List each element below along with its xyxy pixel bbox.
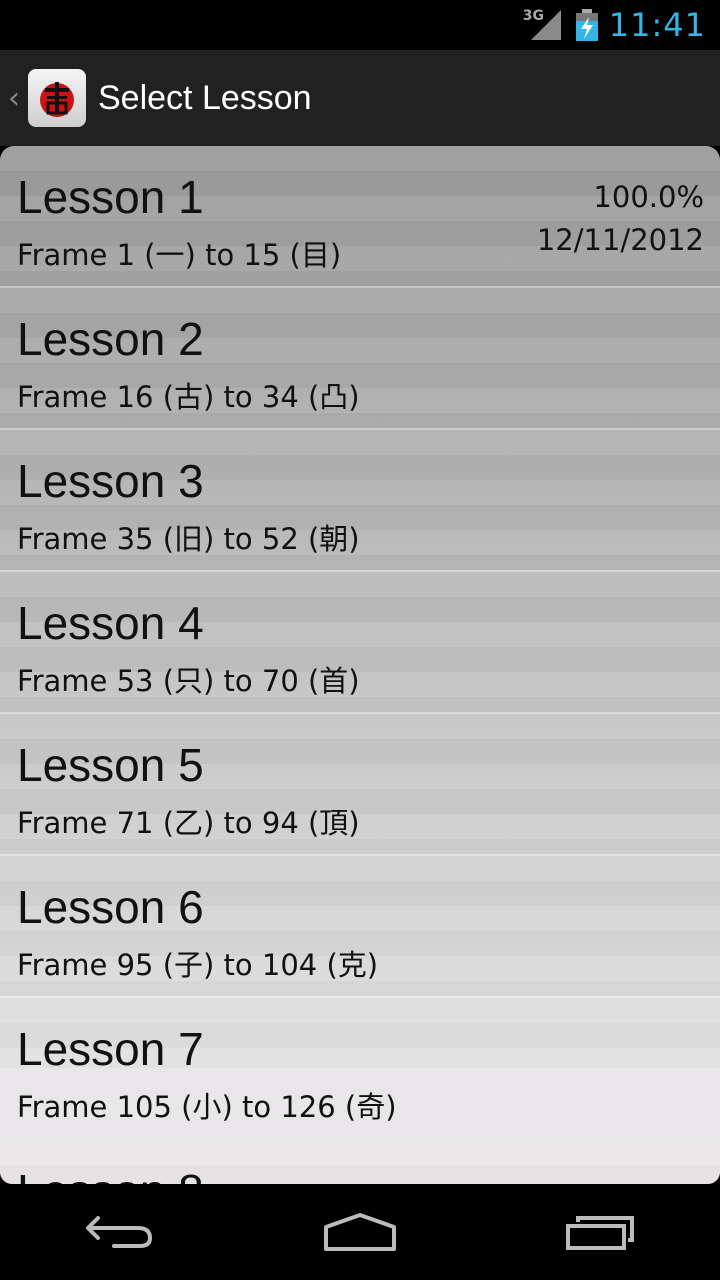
app-logo-icon[interactable] bbox=[28, 69, 86, 127]
lesson-progress-info: 100.0% 12/11/2012 bbox=[537, 176, 704, 262]
lesson-frame-range: Frame 16 (古) to 34 (凸) bbox=[17, 380, 360, 414]
lesson-frame-range: Frame 35 (旧) to 52 (朝) bbox=[17, 522, 360, 556]
lesson-item-1[interactable]: Lesson 1 Frame 1 (一) to 15 (目) 100.0% 12… bbox=[0, 146, 720, 288]
up-navigation-icon[interactable]: ‹ bbox=[8, 81, 26, 116]
back-icon[interactable] bbox=[60, 1202, 180, 1262]
lesson-title: Lesson 7 bbox=[17, 1023, 204, 1075]
lesson-date: 12/11/2012 bbox=[536, 223, 704, 257]
lesson-title: Lesson 6 bbox=[17, 881, 204, 933]
system-navigation-bar bbox=[0, 1184, 720, 1280]
lesson-frame-range: Frame 53 (只) to 70 (首) bbox=[17, 664, 360, 698]
battery-charging-icon bbox=[575, 9, 599, 41]
home-icon[interactable] bbox=[300, 1202, 420, 1262]
recents-icon[interactable] bbox=[540, 1202, 660, 1262]
lesson-title: Lesson 4 bbox=[17, 597, 204, 649]
lesson-item-6[interactable]: Lesson 6 Frame 95 (子) to 104 (克) bbox=[0, 856, 720, 998]
lesson-list[interactable]: Lesson 1 Frame 1 (一) to 15 (目) 100.0% 12… bbox=[0, 146, 720, 1184]
lesson-item-2[interactable]: Lesson 2 Frame 16 (古) to 34 (凸) bbox=[0, 288, 720, 430]
lesson-frame-range: Frame 71 (乙) to 94 (頂) bbox=[17, 806, 360, 840]
lesson-title: Lesson 1 bbox=[17, 171, 204, 223]
lesson-item-8[interactable]: Lesson 8 bbox=[0, 1140, 720, 1184]
action-bar: ‹ Select Lesson bbox=[0, 50, 720, 146]
lesson-item-7[interactable]: Lesson 7 Frame 105 (小) to 126 (奇) bbox=[0, 998, 720, 1140]
lesson-frame-range: Frame 1 (一) to 15 (目) bbox=[17, 238, 342, 272]
lesson-title: Lesson 8 bbox=[17, 1164, 204, 1184]
lesson-frame-range: Frame 95 (子) to 104 (克) bbox=[17, 948, 379, 982]
lesson-frame-range: Frame 105 (小) to 126 (奇) bbox=[17, 1090, 397, 1124]
status-bar: 3G 11:41 bbox=[0, 0, 720, 50]
lesson-title: Lesson 3 bbox=[17, 455, 204, 507]
lesson-item-5[interactable]: Lesson 5 Frame 71 (乙) to 94 (頂) bbox=[0, 714, 720, 856]
lesson-progress: 100.0% bbox=[593, 180, 704, 214]
page-title: Select Lesson bbox=[98, 78, 312, 117]
lesson-item-4[interactable]: Lesson 4 Frame 53 (只) to 70 (首) bbox=[0, 572, 720, 714]
lesson-title: Lesson 2 bbox=[17, 313, 204, 365]
lesson-title: Lesson 5 bbox=[17, 739, 204, 791]
clock: 11:41 bbox=[608, 6, 706, 44]
lesson-item-3[interactable]: Lesson 3 Frame 35 (旧) to 52 (朝) bbox=[0, 430, 720, 572]
signal-3g-icon: 3G bbox=[523, 8, 563, 42]
